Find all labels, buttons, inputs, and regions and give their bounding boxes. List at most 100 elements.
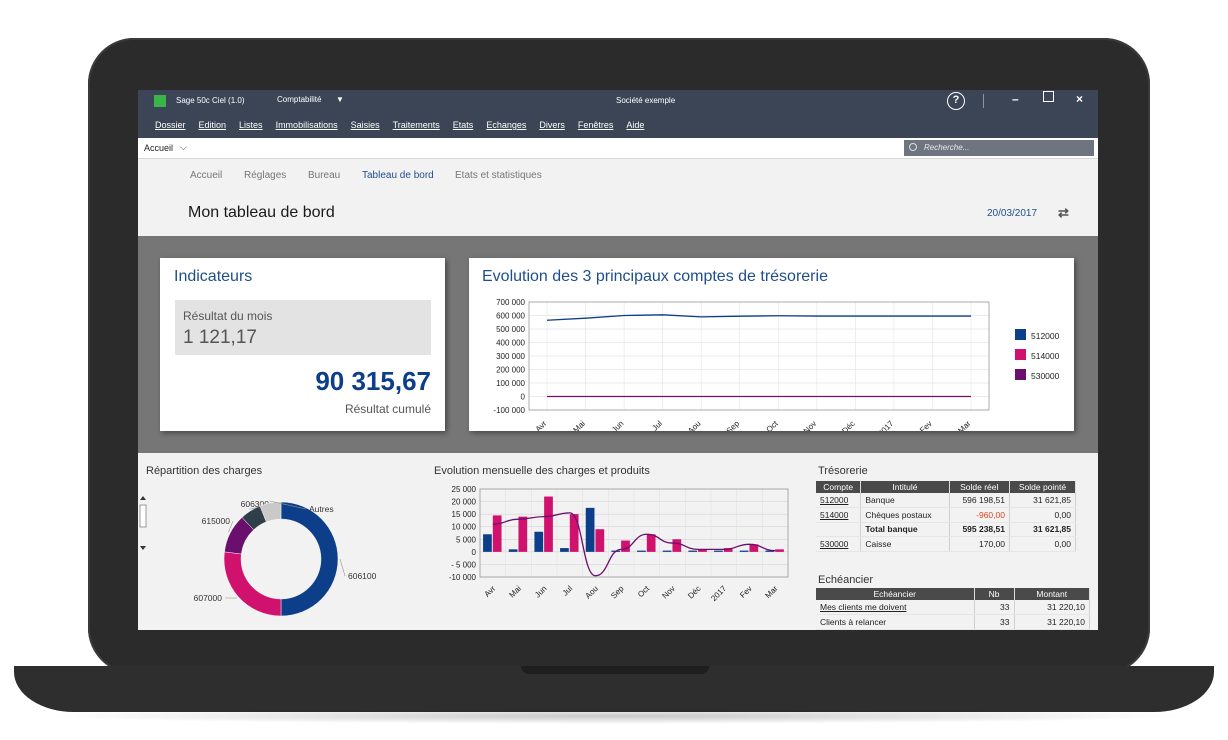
y-tick-label: 300 000 xyxy=(496,352,525,361)
month-result-box: Résultat du mois 1 121,17 xyxy=(175,300,431,355)
y-tick-label: 600 000 xyxy=(496,312,525,321)
table-row[interactable]: Total banque 595 238,51 31 621,85 xyxy=(816,522,1077,537)
laptop-shadow xyxy=(40,708,1190,724)
x-tick-label: Oct xyxy=(636,584,652,600)
bar xyxy=(646,534,656,552)
bar xyxy=(518,516,528,552)
y-tick-label: 10 000 xyxy=(452,523,477,532)
tab-etats-statistiques[interactable]: Etats et statistiques xyxy=(455,170,542,181)
cell-intitule: Total banque xyxy=(860,522,950,537)
title-separator xyxy=(983,94,984,108)
col-solde-reel[interactable]: Solde réel xyxy=(949,481,1010,493)
cell-compte[interactable]: 512000 xyxy=(816,493,862,508)
page-title: Mon tableau de bord xyxy=(188,204,335,221)
tresorerie-chart-card: Evolution des 3 principaux comptes de tr… xyxy=(469,258,1074,431)
bar xyxy=(637,550,646,552)
col-montant[interactable]: Montant xyxy=(1014,588,1090,600)
col-echeancier[interactable]: Echéancier xyxy=(816,588,975,600)
cell-solde-pointe: 31 621,85 xyxy=(1009,493,1077,508)
table-row[interactable]: 514000 Chèques postaux -960,00 0,00 xyxy=(816,507,1077,523)
cell-nb: 33 xyxy=(974,614,1015,630)
module-selector[interactable]: Comptabilité xyxy=(277,95,321,104)
table-row[interactable]: 530000 Caisse 170,00 0,00 xyxy=(816,536,1077,552)
col-compte[interactable]: Compte xyxy=(816,481,862,493)
tab-tableau-de-bord[interactable]: Tableau de bord xyxy=(362,170,434,181)
menu-etats[interactable]: Etats xyxy=(453,120,474,130)
refresh-icon[interactable]: ⇄ xyxy=(1058,205,1069,221)
x-tick-label: 2017 xyxy=(709,584,728,603)
bar xyxy=(672,539,682,552)
echeancier-table: Echéancier Nb Montant Mes clients me doi… xyxy=(816,588,1090,630)
address-bar: Accueil ⌵ Recherche... xyxy=(138,138,1098,159)
tab-bureau[interactable]: Bureau xyxy=(308,170,340,181)
x-tick-label: Jul xyxy=(650,419,664,431)
cell-nb: 33 xyxy=(974,600,1015,615)
laptop-base xyxy=(14,666,1214,712)
y-tick-label: - 5 000 xyxy=(451,560,476,569)
col-intitule[interactable]: Intitulé xyxy=(860,481,950,493)
x-tick-label: 2017 xyxy=(876,419,895,431)
cell-compte xyxy=(816,522,862,537)
echeancier-table-title: Echéancier xyxy=(818,574,874,586)
close-button[interactable]: × xyxy=(1076,92,1083,106)
col-solde-pointe[interactable]: Solde pointé xyxy=(1009,481,1077,493)
tab-accueil[interactable]: Accueil xyxy=(190,170,222,181)
menu-fenetres[interactable]: Fenêtres xyxy=(578,120,614,130)
bar xyxy=(775,549,784,552)
cell-compte[interactable]: 530000 xyxy=(816,536,862,552)
help-icon[interactable]: ? xyxy=(947,92,965,110)
x-tick-label: Oct xyxy=(765,419,781,431)
x-tick-label: Jun xyxy=(610,419,625,431)
cell-echeancier[interactable]: Clients à relancer xyxy=(816,614,975,630)
cell-solde-reel: 596 198,51 xyxy=(949,493,1010,508)
bar xyxy=(569,514,579,552)
menu-dossier[interactable]: Dossier xyxy=(155,120,186,130)
cumul-result-label: Résultat cumulé xyxy=(344,402,431,416)
x-tick-label: Avr xyxy=(482,584,497,599)
legend-label: 514000 xyxy=(1031,351,1060,361)
chevron-down-icon[interactable]: ▼ xyxy=(336,95,344,104)
bar xyxy=(492,515,502,552)
tresorerie-line-chart: 700 000 600 000 500 000 400 000 300 000 200 0… xyxy=(493,298,1060,431)
menu-aide[interactable]: Aide xyxy=(626,120,644,130)
page-date[interactable]: 20/03/2017 xyxy=(987,208,1037,219)
x-tick-label: Mai xyxy=(507,584,523,600)
cell-montant: 31 220,10 xyxy=(1014,600,1090,615)
app-screen: Sage 50c Ciel (1.0) Comptabilité ▼ Socié… xyxy=(138,90,1098,630)
legend-swatch xyxy=(1015,369,1026,380)
x-tick-label: Sep xyxy=(609,584,626,601)
y-tick-label: 0 xyxy=(521,393,526,402)
app-name: Sage 50c Ciel (1.0) xyxy=(176,96,245,105)
tresorerie-scrollbar[interactable] xyxy=(138,493,148,553)
y-tick-label: 500 000 xyxy=(496,325,525,334)
cell-compte[interactable]: 514000 xyxy=(816,507,862,523)
cell-echeancier[interactable]: Mes clients me doivent xyxy=(816,600,975,615)
minimize-button[interactable]: – xyxy=(1012,92,1019,106)
menu-edition[interactable]: Edition xyxy=(199,120,227,130)
menu-echanges[interactable]: Echanges xyxy=(486,120,526,130)
menu-traitements[interactable]: Traitements xyxy=(393,120,440,130)
menu-listes[interactable]: Listes xyxy=(239,120,263,130)
location-selector[interactable]: Accueil xyxy=(144,143,173,153)
table-row[interactable]: Mes clients me doivent 33 31 220,10 xyxy=(816,600,1090,615)
cell-solde-pointe: 31 621,85 xyxy=(1009,522,1077,537)
y-tick-label: 5 000 xyxy=(456,535,477,544)
top-widgets-band: Indicateurs Résultat du mois 1 121,17 90… xyxy=(138,236,1098,453)
table-row[interactable]: 512000 Banque 596 198,51 31 621,85 xyxy=(816,493,1077,508)
menu-divers[interactable]: Divers xyxy=(539,120,565,130)
indicateurs-title: Indicateurs xyxy=(174,268,253,285)
menu-immobilisations[interactable]: Immobilisations xyxy=(276,120,338,130)
x-tick-label: Fev xyxy=(738,584,754,600)
table-row[interactable]: Clients à relancer 33 31 220,10 xyxy=(816,614,1090,630)
tab-reglages[interactable]: Réglages xyxy=(244,170,286,181)
chevron-down-icon[interactable]: ⌵ xyxy=(180,142,187,153)
x-tick-label: Jun xyxy=(533,584,548,599)
maximize-button[interactable] xyxy=(1043,91,1054,102)
search-icon xyxy=(909,143,917,151)
cell-solde-reel: 170,00 xyxy=(949,536,1010,552)
menu-saisies[interactable]: Saisies xyxy=(351,120,380,130)
col-nb[interactable]: Nb xyxy=(974,588,1015,600)
x-tick-label: Jul xyxy=(561,584,575,598)
pie-slice-607000 xyxy=(223,551,282,617)
search-input[interactable]: Recherche... xyxy=(904,140,1094,156)
